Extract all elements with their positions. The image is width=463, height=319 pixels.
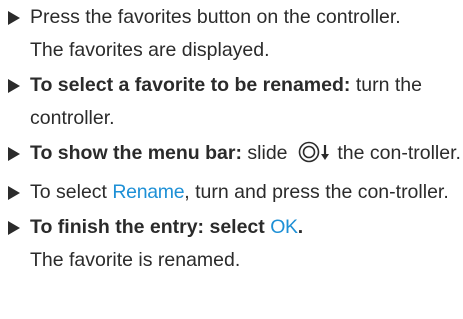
step-arrow-icon: [8, 137, 24, 170]
step-3-text-after: the con-troller.: [331, 142, 461, 164]
step-2: To select a favorite to be renamed: turn…: [8, 69, 463, 135]
step-3-lead: To show the menu bar:: [30, 142, 242, 164]
controller-slide-down-icon: [298, 141, 332, 174]
step-1-text: Press the favorites button on the contro…: [30, 6, 401, 28]
step-arrow-icon: [8, 211, 24, 244]
step-5-result: The favorite is renamed.: [30, 249, 241, 271]
step-5-lead: To finish the entry: select: [30, 216, 271, 238]
step-5: To finish the entry: select OK. The favo…: [8, 211, 463, 277]
step-3-text-before: slide: [241, 142, 293, 164]
rename-menu-item: Rename: [112, 181, 185, 203]
step-4: To select Rename, turn and press the con…: [8, 176, 463, 209]
step-2-lead: To select a favorite to be renamed:: [30, 74, 351, 96]
step-1: Press the favorites button on the contro…: [8, 1, 463, 67]
step-arrow-icon: [8, 176, 24, 209]
instruction-list: Press the favorites button on the contro…: [0, 0, 463, 277]
step-1-result: The favorites are displayed.: [30, 39, 270, 61]
step-arrow-icon: [8, 69, 24, 102]
step-4-text-after: , turn and press the con-troller.: [184, 181, 449, 203]
step-arrow-icon: [8, 1, 24, 34]
ok-menu-item: OK: [270, 216, 298, 238]
step-5-period: .: [297, 216, 304, 238]
step-4-text-before: To select: [30, 181, 113, 203]
step-3: To show the menu bar: slide the con-trol…: [8, 137, 463, 174]
